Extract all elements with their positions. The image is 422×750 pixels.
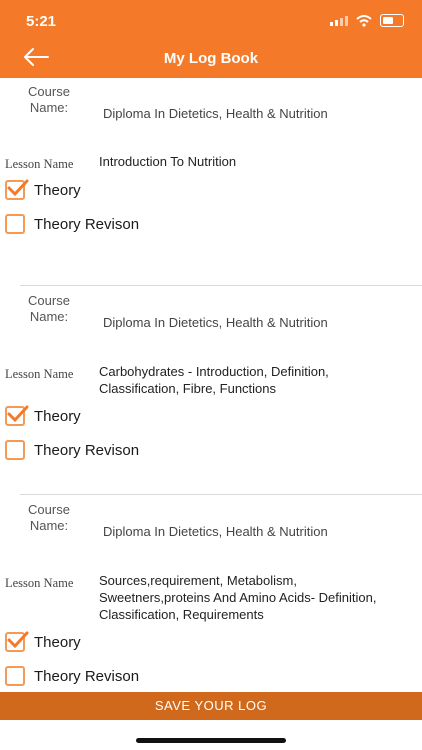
home-indicator [136,738,286,743]
theory-revision-label: Theory Revison [34,215,140,233]
theory-revision-label: Theory Revison [34,667,140,685]
course-name-label: Course Name: [28,84,70,115]
theory-checkbox-row[interactable]: Theory [5,405,81,426]
wifi-icon [356,14,372,27]
theory-checkbox-row[interactable]: Theory [5,631,81,652]
app-header: 5:21 My Log Book [0,0,422,78]
entry-divider [20,494,422,495]
theory-revision-label: Theory Revison [34,441,140,459]
course-name-value: Diploma In Dietetics, Health & Nutrition [103,106,328,121]
course-name-value: Diploma In Dietetics, Health & Nutrition [103,315,328,330]
lesson-name-value: Carbohydrates - Introduction, Definition… [99,364,329,396]
theory-label: Theory [34,181,81,199]
unchecked-checkbox-icon[interactable] [5,440,25,460]
theory-revision-checkbox-row[interactable]: Theory Revison [5,440,139,460]
unchecked-checkbox-icon[interactable] [5,666,25,686]
theory-revision-checkbox-row[interactable]: Theory Revison [5,666,139,686]
theory-label: Theory [34,633,81,651]
checked-checkbox-icon[interactable] [5,179,29,200]
course-name-label: Course Name: [28,502,70,533]
lesson-name-value: Introduction To Nutrition [99,154,237,169]
page-title: My Log Book [163,50,259,67]
status-icons [330,14,404,27]
theory-revision-checkbox-row[interactable]: Theory Revison [5,214,139,234]
lesson-name-value: Sources,requirement, Metabolism, Sweetne… [99,573,377,622]
entry-divider [20,285,422,286]
status-time: 5:21 [26,13,57,30]
course-name-label: Course Name: [28,293,70,324]
lesson-name-label: Lesson Name [5,157,74,171]
battery-icon [380,14,404,27]
checked-checkbox-icon[interactable] [5,405,29,426]
signal-icon [330,15,348,26]
theory-label: Theory [34,407,81,425]
lesson-name-label: Lesson Name [5,367,74,381]
lesson-name-label: Lesson Name [5,576,74,590]
log-list[interactable]: Course Name: Diploma In Dietetics, Healt… [0,78,422,692]
unchecked-checkbox-icon[interactable] [5,214,25,234]
save-log-button[interactable]: SAVE YOUR LOG [0,692,422,720]
theory-checkbox-row[interactable]: Theory [5,179,81,200]
checked-checkbox-icon[interactable] [5,631,29,652]
course-name-value: Diploma In Dietetics, Health & Nutrition [103,524,328,539]
